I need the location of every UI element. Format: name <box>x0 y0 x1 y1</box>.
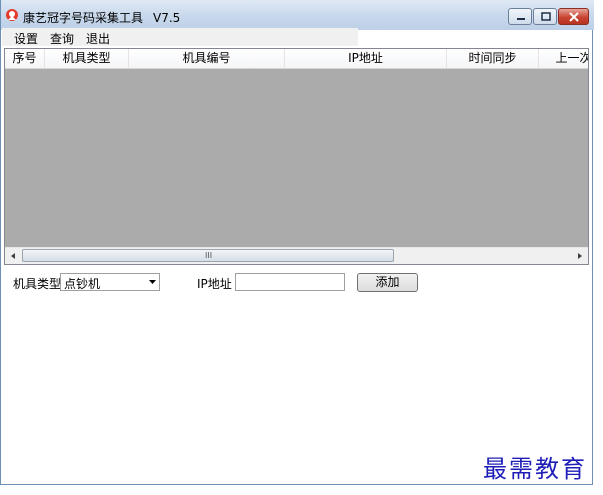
window-version: V7.5 <box>153 11 181 25</box>
window-title-text: 康艺冠字号码采集工具 <box>23 11 144 25</box>
column-header-device-type[interactable]: 机具类型 <box>45 49 129 68</box>
scrollbar-grip: III <box>205 251 213 260</box>
close-button[interactable] <box>558 8 589 25</box>
ip-label: IP地址 <box>197 277 232 291</box>
menu-query[interactable]: 查询 <box>50 30 74 47</box>
chevron-down-icon <box>149 280 156 284</box>
watermark-text: 最需教育 <box>483 455 587 483</box>
scrollbar-thumb[interactable]: III <box>22 249 394 262</box>
chevron-right-icon <box>578 253 582 259</box>
minimize-button[interactable] <box>508 8 532 25</box>
scroll-left-button[interactable] <box>5 248 22 264</box>
app-window: 康艺冠字号码采集工具 V7.5 设置 查询 退出 序号 机具类型 机具编号 IP地… <box>0 0 594 485</box>
scroll-right-button[interactable] <box>571 248 588 264</box>
column-header-time-sync[interactable]: 时间同步 <box>447 49 539 68</box>
chevron-left-icon <box>11 253 15 259</box>
minimize-icon <box>517 18 525 20</box>
maximize-icon <box>541 12 551 21</box>
device-type-value: 点钞机 <box>64 277 101 291</box>
device-list[interactable]: 序号 机具类型 机具编号 IP地址 时间同步 上一次 III <box>4 48 589 265</box>
menu-exit[interactable]: 退出 <box>86 30 110 47</box>
horizontal-scrollbar[interactable]: III <box>5 247 588 264</box>
window-title: 康艺冠字号码采集工具 V7.5 <box>23 9 180 26</box>
menu-settings[interactable]: 设置 <box>14 30 38 47</box>
ip-input[interactable] <box>235 273 345 291</box>
add-button[interactable]: 添加 <box>357 273 418 292</box>
device-type-label: 机具类型 <box>13 277 62 291</box>
column-header-last[interactable]: 上一次 <box>539 49 588 68</box>
device-type-select[interactable]: 点钞机 <box>60 273 160 291</box>
list-header: 序号 机具类型 机具编号 IP地址 时间同步 上一次 <box>5 49 588 69</box>
title-bar[interactable]: 康艺冠字号码采集工具 V7.5 <box>1 0 594 30</box>
close-icon <box>569 12 579 22</box>
maximize-button[interactable] <box>533 8 557 25</box>
column-header-index[interactable]: 序号 <box>5 49 45 68</box>
app-logo-icon <box>5 8 19 22</box>
menu-bar: 设置 查询 退出 <box>2 28 358 46</box>
column-header-ip[interactable]: IP地址 <box>285 49 447 68</box>
column-header-device-id[interactable]: 机具编号 <box>129 49 285 68</box>
